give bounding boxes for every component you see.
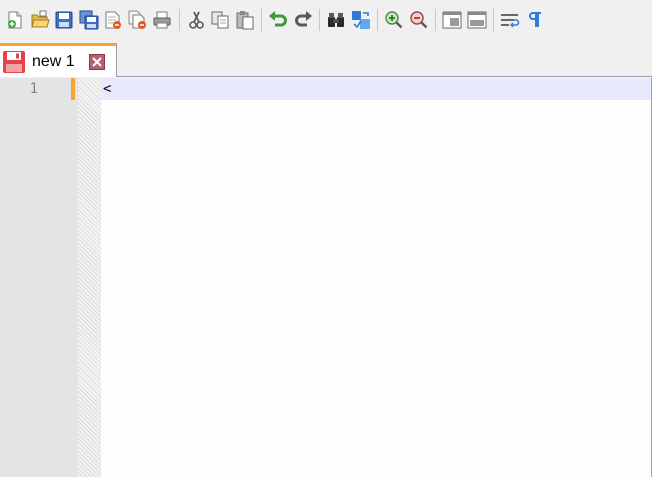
tab-new-1[interactable]: new 1 <box>0 43 117 77</box>
toolbar-separator <box>261 9 262 31</box>
save-all-icon <box>79 10 98 30</box>
sync-horizontal-icon <box>467 11 486 29</box>
replace-icon <box>351 11 370 29</box>
open-file-icon <box>30 10 50 28</box>
redo-icon <box>294 11 312 27</box>
find-icon <box>328 13 344 27</box>
replace-button[interactable] <box>349 8 373 32</box>
current-line-highlight <box>101 78 652 100</box>
unsaved-disk-icon <box>3 50 25 73</box>
toolbar <box>0 0 652 40</box>
word-wrap-icon <box>501 14 520 28</box>
tab-bar: new 1 <box>0 40 652 77</box>
undo-icon <box>269 11 287 27</box>
show-all-chars-button[interactable] <box>523 8 547 32</box>
save-all-button[interactable] <box>77 8 101 32</box>
editor-line: < <box>103 81 112 97</box>
save-button[interactable] <box>52 8 76 32</box>
open-file-button[interactable] <box>28 8 52 32</box>
cut-icon <box>188 11 204 29</box>
copy-button[interactable] <box>208 8 232 32</box>
text-area[interactable]: < <box>101 78 652 477</box>
tab-label: new 1 <box>32 52 75 70</box>
new-file-button[interactable] <box>3 8 27 32</box>
line-number-gutter: 1 <box>0 78 78 477</box>
line-number: 1 <box>29 81 38 97</box>
tab-close-icon[interactable] <box>88 53 105 70</box>
close-all-button[interactable] <box>126 8 150 32</box>
editor: 1 < <box>0 78 652 477</box>
print-icon <box>153 11 171 29</box>
toolbar-separator <box>178 9 180 31</box>
zoom-out-button[interactable] <box>407 8 431 32</box>
toolbar-separator <box>493 9 494 31</box>
toolbar-separator <box>435 9 436 31</box>
print-button[interactable] <box>150 8 174 32</box>
zoom-in-button[interactable] <box>382 8 406 32</box>
sync-horizontal-button[interactable] <box>465 8 489 32</box>
close-all-icon <box>128 10 146 29</box>
word-wrap-button[interactable] <box>498 8 522 32</box>
sync-vertical-button[interactable] <box>440 8 464 32</box>
change-history-marker <box>71 78 75 100</box>
paste-button[interactable] <box>233 8 257 32</box>
notepad-window: new 1 1 < <box>0 0 652 477</box>
redo-button[interactable] <box>291 8 315 32</box>
copy-icon <box>211 11 229 29</box>
zoom-in-icon <box>385 11 403 29</box>
close-icon <box>105 11 121 29</box>
find-button[interactable] <box>324 8 348 32</box>
fold-margin[interactable] <box>78 78 101 477</box>
sync-vertical-icon <box>442 11 462 29</box>
paste-icon <box>236 11 253 30</box>
save-icon <box>55 11 73 29</box>
toolbar-separator <box>377 9 378 31</box>
new-file-icon <box>8 11 22 29</box>
close-file-button[interactable] <box>101 8 125 32</box>
zoom-out-icon <box>409 11 427 29</box>
cut-button[interactable] <box>184 8 208 32</box>
undo-button[interactable] <box>266 8 290 32</box>
toolbar-separator <box>319 9 320 31</box>
show-all-chars-icon <box>528 12 541 27</box>
